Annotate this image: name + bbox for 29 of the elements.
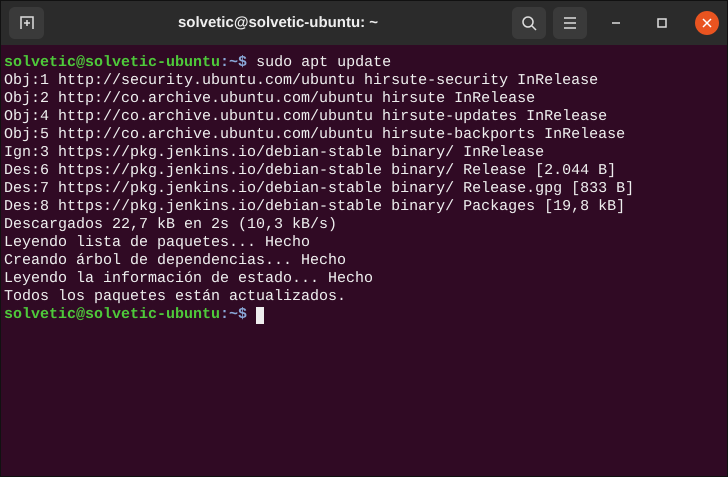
close-button[interactable] [695, 11, 719, 35]
output-line: Obj:2 http://co.archive.ubuntu.com/ubuntu hirsute InRelease [4, 90, 536, 108]
output-line: Des:6 https://pkg.jenkins.io/debian-stable binary/ Release [2.044 B] [4, 162, 616, 180]
output-line: Obj:1 http://security.ubuntu.com/ubuntu hirsute-security InRelease [4, 72, 598, 90]
new-tab-button[interactable] [9, 7, 44, 39]
minimize-icon [611, 22, 621, 24]
close-icon [702, 18, 712, 28]
output-line: Todos los paquetes están actualizados. [4, 288, 346, 306]
output-line: Ign:3 https://pkg.jenkins.io/debian-stable binary/ InRelease [4, 144, 544, 162]
output-line: Creando árbol de dependencias... Hecho [4, 252, 346, 270]
menu-button[interactable] [553, 7, 587, 39]
search-button[interactable] [512, 7, 546, 39]
search-icon [521, 15, 537, 31]
command-text: sudo apt update [256, 54, 392, 72]
output-line: Des:8 https://pkg.jenkins.io/debian-stable binary/ Packages [19,8 kB] [4, 198, 626, 216]
new-tab-icon [18, 15, 34, 31]
prompt-path: :~$ [220, 54, 248, 72]
output-line: Obj:4 http://co.archive.ubuntu.com/ubuntu hirsute-updates InRelease [4, 108, 608, 126]
menu-icon [563, 17, 577, 29]
output-line: Leyendo la información de estado... Hecho [4, 270, 374, 288]
output-line: Des:7 https://pkg.jenkins.io/debian-stable binary/ Release.gpg [833 B] [4, 180, 634, 198]
prompt-user-host: solvetic@solvetic-ubuntu [4, 54, 220, 72]
maximize-icon [657, 18, 667, 28]
output-line: Obj:5 http://co.archive.ubuntu.com/ubuntu hirsute-backports InRelease [4, 126, 626, 144]
window-title: solvetic@solvetic-ubuntu: ~ [178, 14, 378, 31]
prompt-user-host: solvetic@solvetic-ubuntu [4, 306, 220, 324]
output-line: Leyendo lista de paquetes... Hecho [4, 234, 310, 252]
output-line: Descargados 22,7 kB en 2s (10,3 kB/s) [4, 216, 338, 234]
prompt-path: :~$ [220, 306, 248, 324]
